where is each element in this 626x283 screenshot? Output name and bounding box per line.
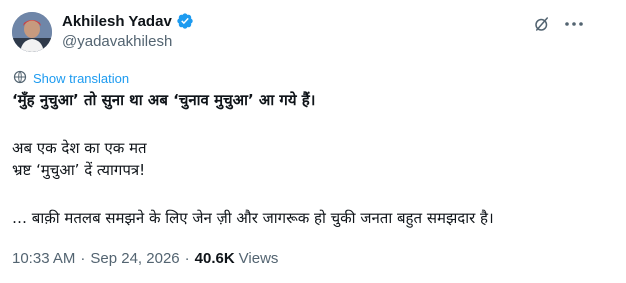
show-translation-button[interactable]: Show translation (13, 69, 129, 88)
tweet-metadata: 10:33 AM · Sep 24, 2026 · 40.6K Views (12, 250, 278, 267)
author-name-row: Akhilesh Yadav (62, 12, 194, 30)
translate-icon (13, 69, 27, 88)
tweet-line-3: भ्रष्ट ‘मुचुआ’ दें त्यागपत्र! (12, 161, 146, 179)
more-icon[interactable] (562, 14, 586, 34)
tweet-line-2: अब एक देश का एक मत (12, 139, 147, 157)
tweet-line-1: ‘मुँह नुचुआ’ तो सुना था अब ‘चुनाव मुचुआ’… (12, 91, 316, 109)
separator: · (184, 250, 190, 267)
grok-icon[interactable] (532, 14, 552, 34)
tweet-date[interactable]: Sep 24, 2026 (90, 250, 179, 267)
verified-badge-icon[interactable] (176, 12, 194, 30)
views-count[interactable]: 40.6K (195, 250, 235, 267)
views-label: Views (238, 250, 279, 267)
author-handle[interactable]: @yadavakhilesh (62, 33, 172, 50)
avatar[interactable] (12, 12, 52, 52)
author-name[interactable]: Akhilesh Yadav (62, 13, 172, 30)
separator: · (80, 250, 86, 267)
tweet-line-4: … बाक़ी मतलब समझने के लिए जेन ज़ी और जाग… (12, 209, 494, 227)
show-translation-label: Show translation (33, 71, 130, 86)
tweet-time[interactable]: 10:33 AM (12, 250, 75, 267)
